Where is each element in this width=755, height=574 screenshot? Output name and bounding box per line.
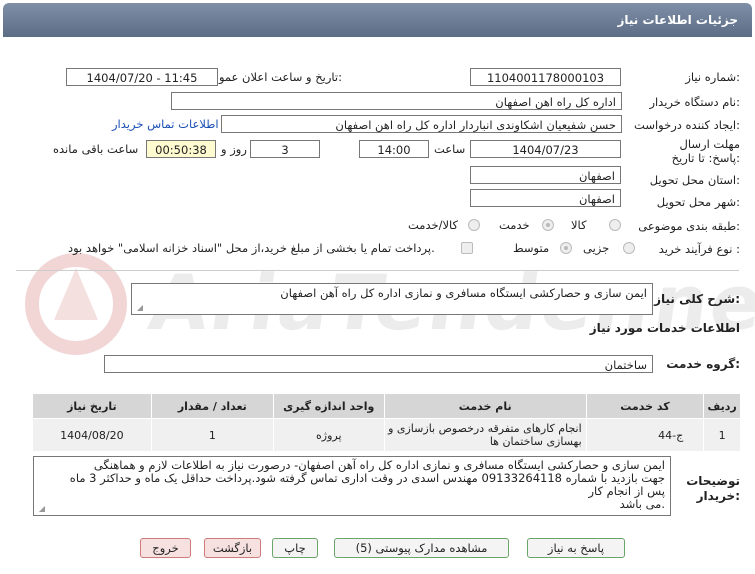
cell-date: 1404/08/20 [32,418,152,452]
days-label: روز و [221,142,247,156]
buyer-notes-line-2: جهت بازدید با شماره 09133264118 مهندس اس… [69,471,665,485]
city-field: اصفهان [470,189,621,207]
col-header-row: ردیف [703,393,741,419]
summary-label: شرح کلی نیاز: [654,292,740,306]
city-label: شهر محل تحویل: [656,195,740,209]
days-field: 3 [250,140,320,158]
col-header-unit: واحد اندازه گیری [272,393,385,419]
table-header-row: ردیف کد خدمت نام خدمت واحد اندازه گیری ت… [32,393,741,419]
process-radio-medium[interactable] [560,242,572,254]
category-option-service: خدمت [499,218,530,232]
print-button[interactable]: چاپ [272,538,318,558]
category-option-goods-service: کالا/خدمت [408,218,459,232]
service-group-label: گروه خدمت: [666,357,740,371]
back-button[interactable]: بازگشت [204,538,261,558]
province-label: استان محل تحویل: [649,173,740,187]
process-label: نوع فرآیند خرید : [658,242,740,256]
remaining-label: ساعت باقی مانده [53,142,139,156]
services-table: ردیف کد خدمت نام خدمت واحد اندازه گیری ت… [32,393,741,452]
category-label: طبقه بندی موضوعی: [638,219,740,233]
cell-unit: پروژه [272,418,385,452]
buyer-notes-line-4: می باشد. [619,497,665,511]
creator-label: ایجاد کننده درخواست: [634,118,740,132]
buyer-notes-textarea[interactable]: ایمن سازی و حصارکشی ایستگاه مسافری و نما… [33,456,671,516]
category-radio-goods-service[interactable] [468,219,480,231]
announce-label: تاریخ و ساعت اعلان عمومی: [203,70,342,84]
col-header-code: کد خدمت [585,393,705,419]
cell-row: 1 [703,418,741,452]
deadline-label: مهلت ارسال پاسخ: تا تاریخ: [671,137,740,165]
col-header-date: تاریخ نیاز [32,393,152,419]
deadline-time-field: 14:00 [359,140,429,158]
buyer-notes-label: توضیحات خریدار: [686,474,740,503]
category-radio-service[interactable] [542,219,554,231]
section-divider [16,270,739,271]
cell-qty: 1 [150,418,274,452]
summary-textarea[interactable]: ایمن سازی و حصارکشی ایستگاه مسافری و نما… [131,283,653,315]
process-radio-minor[interactable] [623,242,635,254]
process-option-minor: جزیی [583,241,610,255]
payment-note: پرداخت تمام یا بخشی از مبلغ خرید،از محل … [68,241,435,255]
category-radio-goods[interactable] [609,219,621,231]
remaining-time-field: 00:50:38 [146,140,216,158]
payment-checkbox[interactable] [461,242,473,254]
buyer-notes-line-3: پس از انجام کار [588,484,665,498]
watermark-logo-icon [25,253,127,355]
contact-buyer-link[interactable]: اطلاعات تماس خریدار [112,117,219,131]
announce-field: 1404/07/20 - 11:45 [66,68,218,86]
deadline-date-field: 1404/07/23 [470,140,621,158]
need-number-label: شماره نیاز: [685,70,740,84]
need-number-field: 1104001178000103 [470,68,621,86]
services-section-title: اطلاعات خدمات مورد نیاز [589,321,740,335]
cell-code: ج-44 [585,418,705,452]
creator-field: حسن شفیعیان اشکاوندی انباردار اداره کل ر… [221,115,622,133]
page-title: جزئیات اطلاعات نیاز [617,13,738,27]
resize-grip-icon[interactable]: ◢ [37,505,45,513]
col-header-qty: تعداد / مقدار [150,393,274,419]
buyer-field: اداره کل راه اهن اصفهان [171,92,622,110]
resize-grip-icon[interactable]: ◢ [135,304,143,312]
buyer-label: نام دستگاه خریدار: [649,95,740,109]
attachments-button[interactable]: مشاهده مدارک پیوستی (5) [334,538,509,558]
process-option-medium: متوسط [513,241,550,255]
service-group-field: ساختمان [104,355,653,373]
deadline-time-label: ساعت [434,142,466,156]
cell-name: انجام کارهای متفرقه درخصوص بازسازی و بهس… [383,418,587,452]
category-option-goods: کالا [571,218,587,232]
col-header-name: نام خدمت [383,393,587,419]
title-bar: جزئیات اطلاعات نیاز [3,3,752,37]
exit-button[interactable]: خروج [140,538,191,558]
reply-button[interactable]: پاسخ به نیاز [527,538,625,558]
table-row: 1 ج-44 انجام کارهای متفرقه درخصوص بازساز… [32,418,741,452]
province-field: اصفهان [470,166,621,184]
summary-text: ایمن سازی و حصارکشی ایستگاه مسافری و نما… [280,286,647,300]
